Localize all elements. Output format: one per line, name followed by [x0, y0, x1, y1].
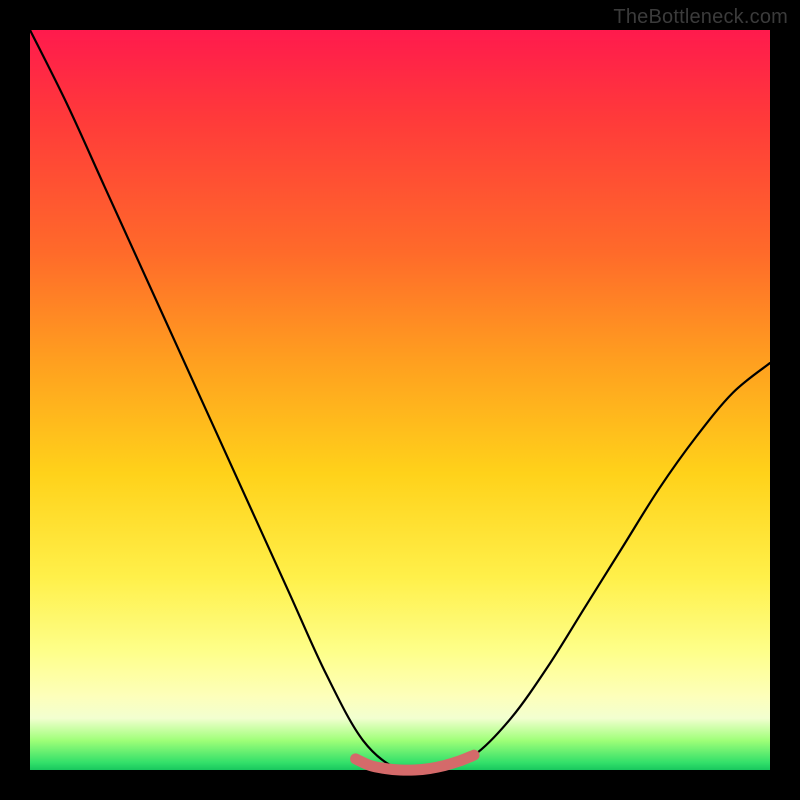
- flat-zone-marker: [356, 755, 474, 770]
- bottleneck-curve: [30, 30, 770, 773]
- bottleneck-curve-svg: [30, 30, 770, 770]
- plot-area: [30, 30, 770, 770]
- chart-frame: TheBottleneck.com: [0, 0, 800, 800]
- watermark-text: TheBottleneck.com: [613, 6, 788, 29]
